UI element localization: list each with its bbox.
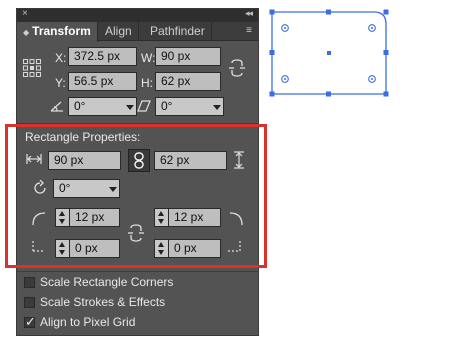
shear-dropdown[interactable] — [210, 97, 224, 116]
h-field[interactable]: 62 px — [155, 72, 221, 91]
options-divider — [17, 271, 258, 272]
rotate-angle-icon — [50, 101, 63, 112]
tab-pathfinder-label: Pathfinder — [150, 24, 205, 38]
checkmark-icon: ✓ — [25, 314, 36, 329]
tab-align[interactable]: Align — [99, 22, 139, 41]
w-label: W: — [141, 51, 156, 65]
panel-tabs: ◆ Transform Align Pathfinder ≡ — [17, 22, 258, 42]
panel-menu-icon[interactable]: ≡ — [246, 25, 252, 36]
h-label: H: — [141, 76, 153, 90]
scale-corners-label: Scale Rectangle Corners — [40, 275, 174, 289]
tab-transform[interactable]: ◆ Transform — [17, 22, 98, 42]
collapse-panel-button[interactable]: ◂◂ — [245, 8, 253, 19]
shear-icon — [137, 100, 151, 112]
rotate-field[interactable]: 0° — [68, 97, 124, 116]
scale-corners-checkbox[interactable] — [24, 277, 35, 288]
scale-strokes-label: Scale Strokes & Effects — [40, 295, 166, 309]
reference-point-icon[interactable] — [23, 59, 41, 77]
constrain-proportions-icon[interactable] — [229, 59, 245, 77]
tab-pathfinder[interactable]: Pathfinder — [144, 22, 212, 41]
rotate-dropdown[interactable] — [123, 97, 137, 116]
selected-rectangle[interactable] — [264, 6, 394, 102]
panel-titlebar: × ◂◂ — [17, 8, 258, 22]
shear-field[interactable]: 0° — [155, 97, 211, 116]
y-label: Y: — [55, 76, 66, 90]
x-label: X: — [55, 51, 67, 65]
tab-align-label: Align — [105, 24, 132, 38]
tab-transform-label: Transform — [32, 24, 91, 38]
align-pixel-grid-label: Align to Pixel Grid — [40, 315, 136, 329]
align-pixel-grid-checkbox[interactable]: ✓ — [24, 314, 36, 329]
x-field[interactable]: 372.5 px — [68, 47, 137, 66]
w-field[interactable]: 90 px — [155, 47, 221, 66]
highlight-box — [5, 124, 267, 268]
scale-strokes-checkbox[interactable] — [24, 297, 35, 308]
tab-options-icon: ◆ — [23, 28, 30, 37]
close-panel-button[interactable]: × — [22, 8, 28, 19]
y-field[interactable]: 56.5 px — [68, 72, 137, 91]
